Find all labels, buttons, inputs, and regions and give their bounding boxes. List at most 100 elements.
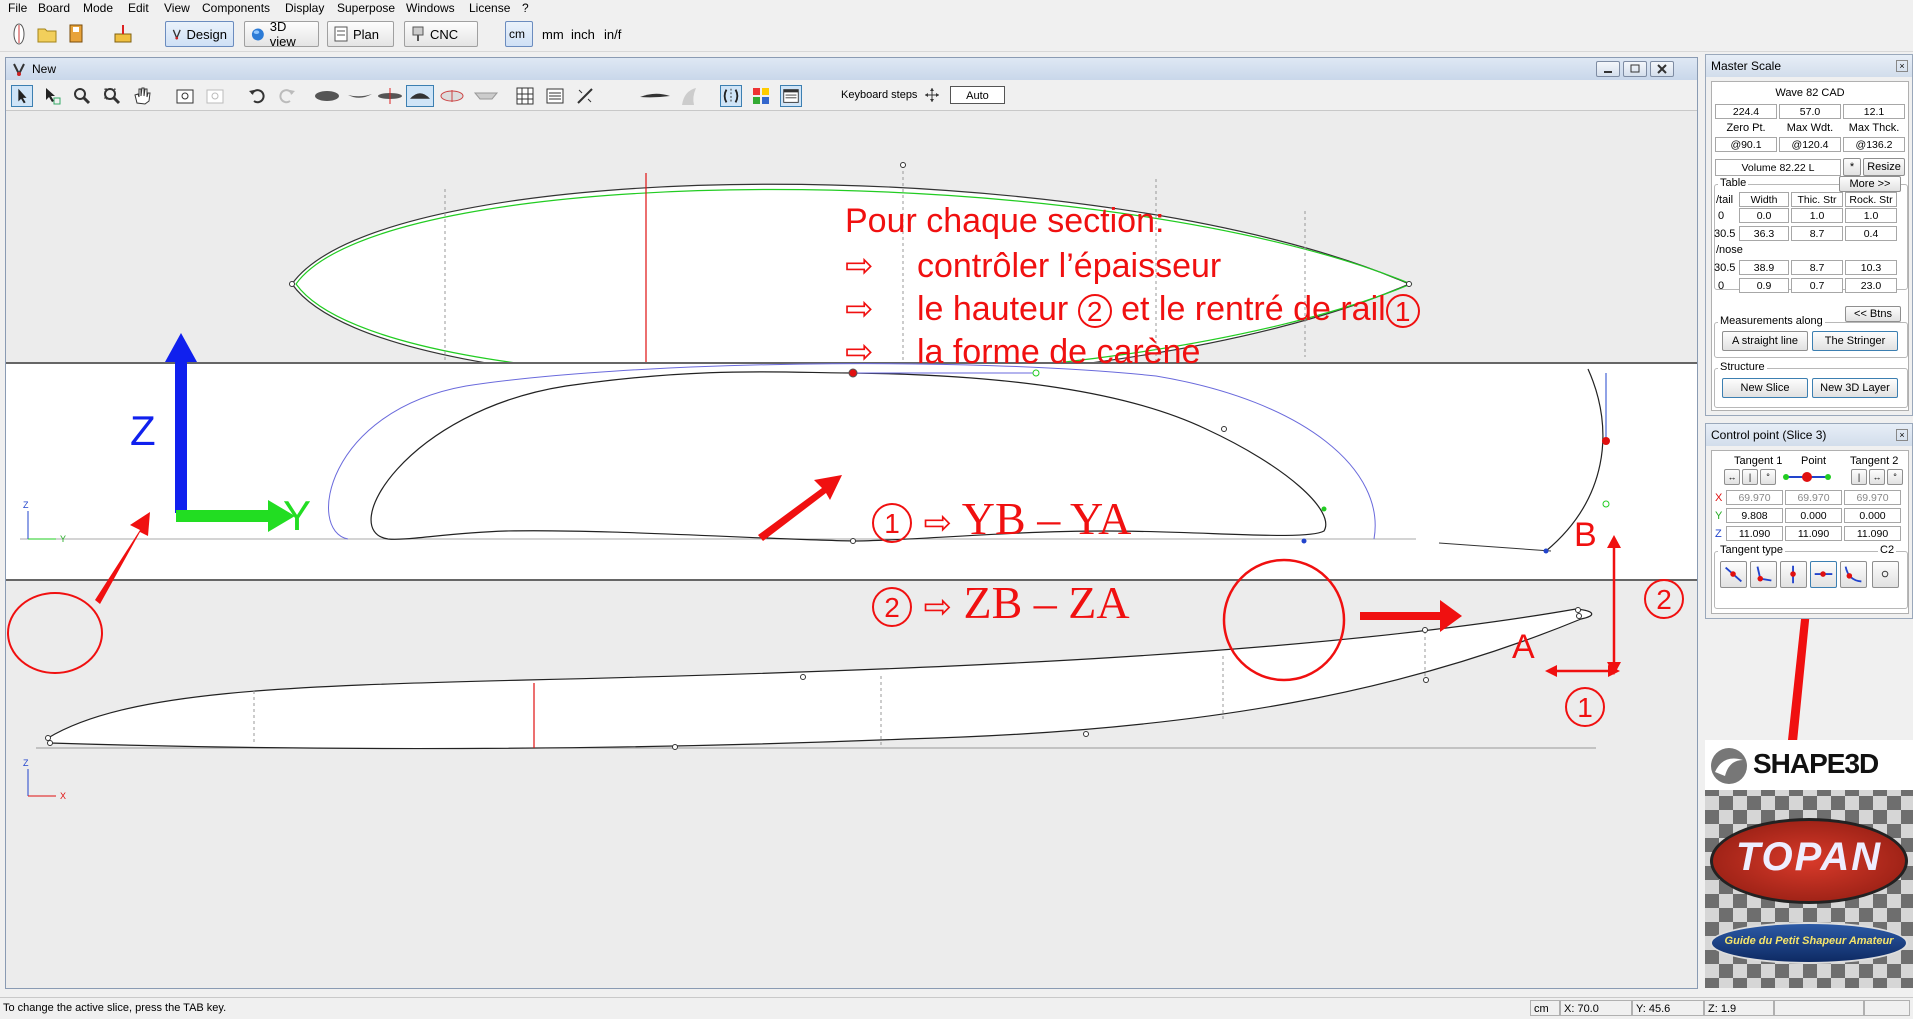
- guide-logo: Guide du Petit Shapeur Amateur: [1710, 922, 1908, 964]
- tail-row-1-rock[interactable]: 0.4: [1845, 226, 1897, 241]
- tangent2-z-field[interactable]: 11.090: [1844, 526, 1901, 541]
- bullet-3-text: la forme de carène: [916, 333, 1201, 371]
- max-wdt-header: Max Wdt.: [1786, 122, 1834, 134]
- tangent2-y-field[interactable]: 0.000: [1844, 508, 1901, 523]
- tail-row-0-rock[interactable]: 1.0: [1845, 208, 1897, 223]
- board-name: Wave 82 CAD: [1775, 87, 1845, 99]
- point-x-field[interactable]: 69.970: [1785, 490, 1842, 505]
- nose-row-1-width[interactable]: 0.9: [1739, 278, 1789, 293]
- tail-row-0-width[interactable]: 0.0: [1739, 208, 1789, 223]
- new-3d-layer-button[interactable]: New 3D Layer: [1812, 378, 1898, 398]
- point-tangent-icon: [1783, 472, 1831, 482]
- status-z: Z: 1.9: [1704, 1000, 1774, 1016]
- tangent2-angle-button[interactable]: °: [1887, 469, 1903, 485]
- tangent-smooth-icon[interactable]: [1720, 561, 1747, 588]
- tangent1-x-field[interactable]: 69.970: [1726, 490, 1783, 505]
- max-wdt-value: @120.4: [1779, 137, 1841, 152]
- formula-2-text: ZB – ZA: [963, 577, 1130, 628]
- big-axis-y-label: Y: [283, 492, 311, 539]
- panel-close-icon[interactable]: ×: [1896, 429, 1908, 441]
- tangent2-label: Tangent 2: [1850, 455, 1899, 467]
- btns-toggle-button[interactable]: << Btns: [1845, 306, 1901, 322]
- bullet-2-circled-number: 2: [1077, 294, 1112, 329]
- nose-row-1-thic[interactable]: 0.7: [1791, 278, 1843, 293]
- tail-row-0-thic[interactable]: 1.0: [1791, 208, 1843, 223]
- topan-logo: TOPAN: [1710, 818, 1908, 904]
- tail-row-1-pos: 30.5: [1714, 228, 1736, 240]
- measurements-label: Measurements along: [1718, 315, 1825, 327]
- nose-row-0-pos: 30.5: [1714, 262, 1736, 274]
- max-thck-header: Max Thck.: [1848, 122, 1900, 134]
- annotation-bullet-1: ⇨ contrôler l’épaisseur: [845, 246, 1221, 286]
- nose-label: /nose: [1716, 244, 1743, 256]
- point-z-field[interactable]: 11.090: [1785, 526, 1842, 541]
- zero-pt-value: @90.1: [1715, 137, 1777, 152]
- panel-close-icon[interactable]: ×: [1896, 60, 1908, 72]
- straight-line-button[interactable]: A straight line: [1722, 331, 1808, 351]
- tangent1-angle-button[interactable]: °: [1760, 469, 1776, 485]
- new-slice-button[interactable]: New Slice: [1722, 378, 1808, 398]
- point-label: Point: [1801, 455, 1827, 467]
- more-button[interactable]: More >>: [1839, 176, 1901, 192]
- formula-2-number: 2: [872, 587, 912, 628]
- master-scale-body: Wave 82 CAD 224.4 57.0 12.1 Zero Pt. Max…: [1711, 81, 1909, 411]
- status-bar: To change the active slice, press the TA…: [0, 997, 1913, 1019]
- resize-button[interactable]: Resize: [1863, 158, 1905, 176]
- stringer-button[interactable]: The Stringer: [1812, 331, 1898, 351]
- tangent1-z-field[interactable]: 11.090: [1726, 526, 1783, 541]
- point-b-label: B: [1574, 516, 1597, 554]
- dimension-1-label: 1: [1565, 686, 1605, 728]
- topan-text: TOPAN: [1735, 835, 1883, 879]
- width-col-header: Width: [1739, 192, 1789, 207]
- tangent2-x-field[interactable]: 69.970: [1844, 490, 1901, 505]
- z-row-label: Z: [1715, 528, 1722, 540]
- tangent-curve-icon[interactable]: [1840, 561, 1867, 588]
- thic-str-col-header: Thic. Str: [1791, 192, 1843, 207]
- structure-label: Structure: [1718, 361, 1767, 373]
- nose-row-0-thic[interactable]: 8.7: [1791, 260, 1843, 275]
- tangent2-vertical-button[interactable]: |: [1851, 469, 1867, 485]
- dimension-2-number: 2: [1644, 579, 1684, 620]
- annotation-bullet-2: ⇨ le hauteur 2 et le rentré de rail 1: [845, 289, 1420, 329]
- c2-toggle-icon[interactable]: [1872, 561, 1899, 588]
- status-unit: cm: [1530, 1000, 1560, 1016]
- tail-row-1-width[interactable]: 36.3: [1739, 226, 1789, 241]
- rail-circle-highlight: [1222, 558, 1346, 682]
- shape3d-logo: SHAPE3D: [1705, 740, 1913, 790]
- tangent-corner-icon[interactable]: [1750, 561, 1777, 588]
- nose-row-1-rock[interactable]: 23.0: [1845, 278, 1897, 293]
- status-resize-grip: [1864, 1000, 1910, 1016]
- tangent-horizontal-icon[interactable]: [1810, 561, 1837, 588]
- tangent1-horizontal-button[interactable]: ↔: [1724, 469, 1740, 485]
- bullet-2-text-a: le hauteur: [916, 290, 1069, 328]
- big-axis-z-label: Z: [130, 407, 156, 454]
- annotation-bullet-3: ⇨ la forme de carène: [845, 332, 1200, 372]
- nose-row-0-width[interactable]: 38.9: [1739, 260, 1789, 275]
- tail-row-1-thic[interactable]: 8.7: [1791, 226, 1843, 241]
- tangent2-horizontal-button[interactable]: ↔: [1869, 469, 1885, 485]
- tangent1-vertical-button[interactable]: |: [1742, 469, 1758, 485]
- formula-arrow-icon: ⇨: [923, 589, 953, 626]
- x-row-label: X: [1715, 492, 1723, 504]
- table-group-label: Table: [1718, 177, 1749, 189]
- tail-label: /tail: [1716, 194, 1734, 206]
- status-y: Y: 45.6: [1632, 1000, 1704, 1016]
- point-y-field[interactable]: 0.000: [1785, 508, 1842, 523]
- bullet-2-circled-number-2: 1: [1385, 294, 1420, 329]
- tangent-vertical-icon[interactable]: [1780, 561, 1807, 588]
- axis-circle-highlight: [7, 592, 103, 674]
- master-scale-panel: Master Scale × Wave 82 CAD 224.4 57.0 12…: [1705, 54, 1913, 416]
- nose-row-0-rock[interactable]: 10.3: [1845, 260, 1897, 275]
- master-scale-titlebar: Master Scale ×: [1706, 55, 1912, 77]
- master-scale-title: Master Scale: [1711, 59, 1782, 73]
- rock-str-col-header: Rock. Str: [1845, 192, 1897, 207]
- tangent1-y-field[interactable]: 9.808: [1726, 508, 1783, 523]
- formula-1-number: 1: [872, 503, 912, 544]
- dimension-1-number: 1: [1565, 687, 1605, 728]
- star-button[interactable]: *: [1843, 158, 1861, 176]
- control-point-panel: Control point (Slice 3) × Tangent 1 Poin…: [1705, 423, 1913, 619]
- dimension-arrows: [1545, 535, 1621, 677]
- bullet-2-text-b: et le rentré de rail: [1121, 290, 1386, 328]
- width-value: 57.0: [1779, 104, 1841, 119]
- nose-row-1-pos: 0: [1718, 280, 1725, 292]
